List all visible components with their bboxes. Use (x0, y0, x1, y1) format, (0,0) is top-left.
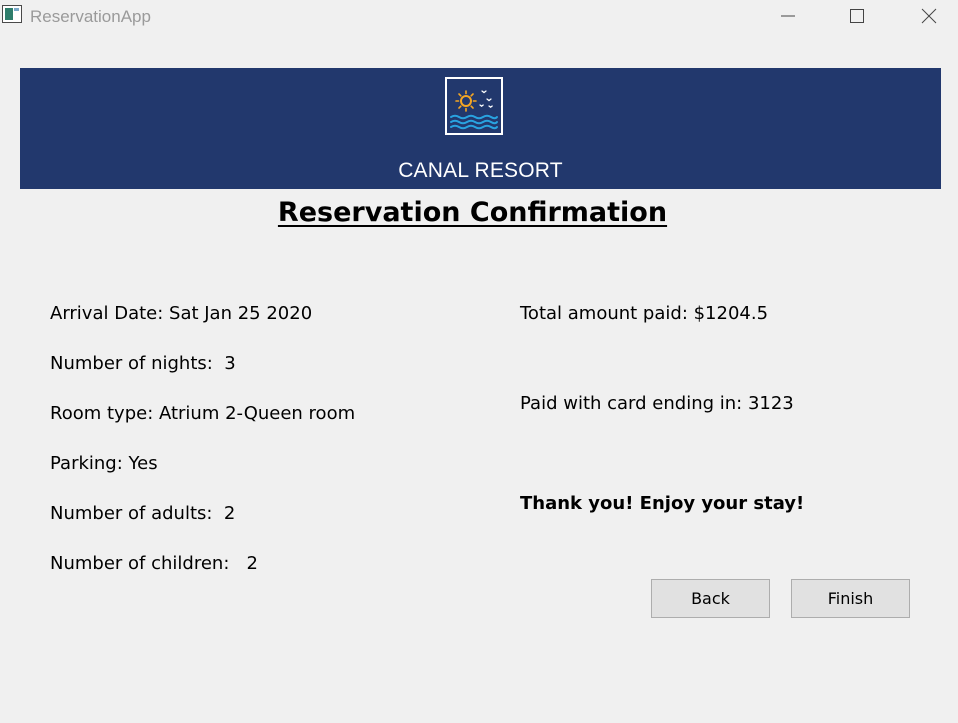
maximize-button[interactable] (834, 0, 880, 32)
nights-label: Number of nights: 3 (50, 353, 236, 374)
app-window-icon (2, 5, 22, 23)
parking-label: Parking: Yes (50, 453, 158, 474)
total-paid-label: Total amount paid: $1204.5 (520, 303, 769, 324)
resort-name: CANAL RESORT (398, 159, 563, 182)
adults-label: Number of adults: 2 (50, 503, 236, 524)
children-label: Number of children: 2 (50, 553, 259, 574)
window-title: ReservationApp (30, 7, 151, 26)
arrival-date-label: Arrival Date: Sat Jan 25 2020 (50, 303, 313, 324)
minimize-button[interactable] (765, 0, 811, 32)
page-title: Reservation Confirmation (277, 197, 668, 228)
minimize-icon (781, 15, 795, 17)
title-bar: ReservationApp (0, 0, 958, 34)
close-icon (921, 8, 937, 24)
card-ending-label: Paid with card ending in: 3123 (520, 393, 794, 414)
close-button[interactable] (906, 0, 952, 32)
back-button[interactable]: Back (651, 579, 770, 618)
maximize-icon (850, 9, 864, 23)
resort-banner: CANAL RESORT (20, 68, 941, 189)
sun-waves-logo-icon (445, 77, 503, 135)
finish-button[interactable]: Finish (791, 579, 910, 618)
thank-you-message: Thank you! Enjoy your stay! (520, 493, 805, 514)
room-type-label: Room type: Atrium 2-Queen room (50, 403, 356, 424)
